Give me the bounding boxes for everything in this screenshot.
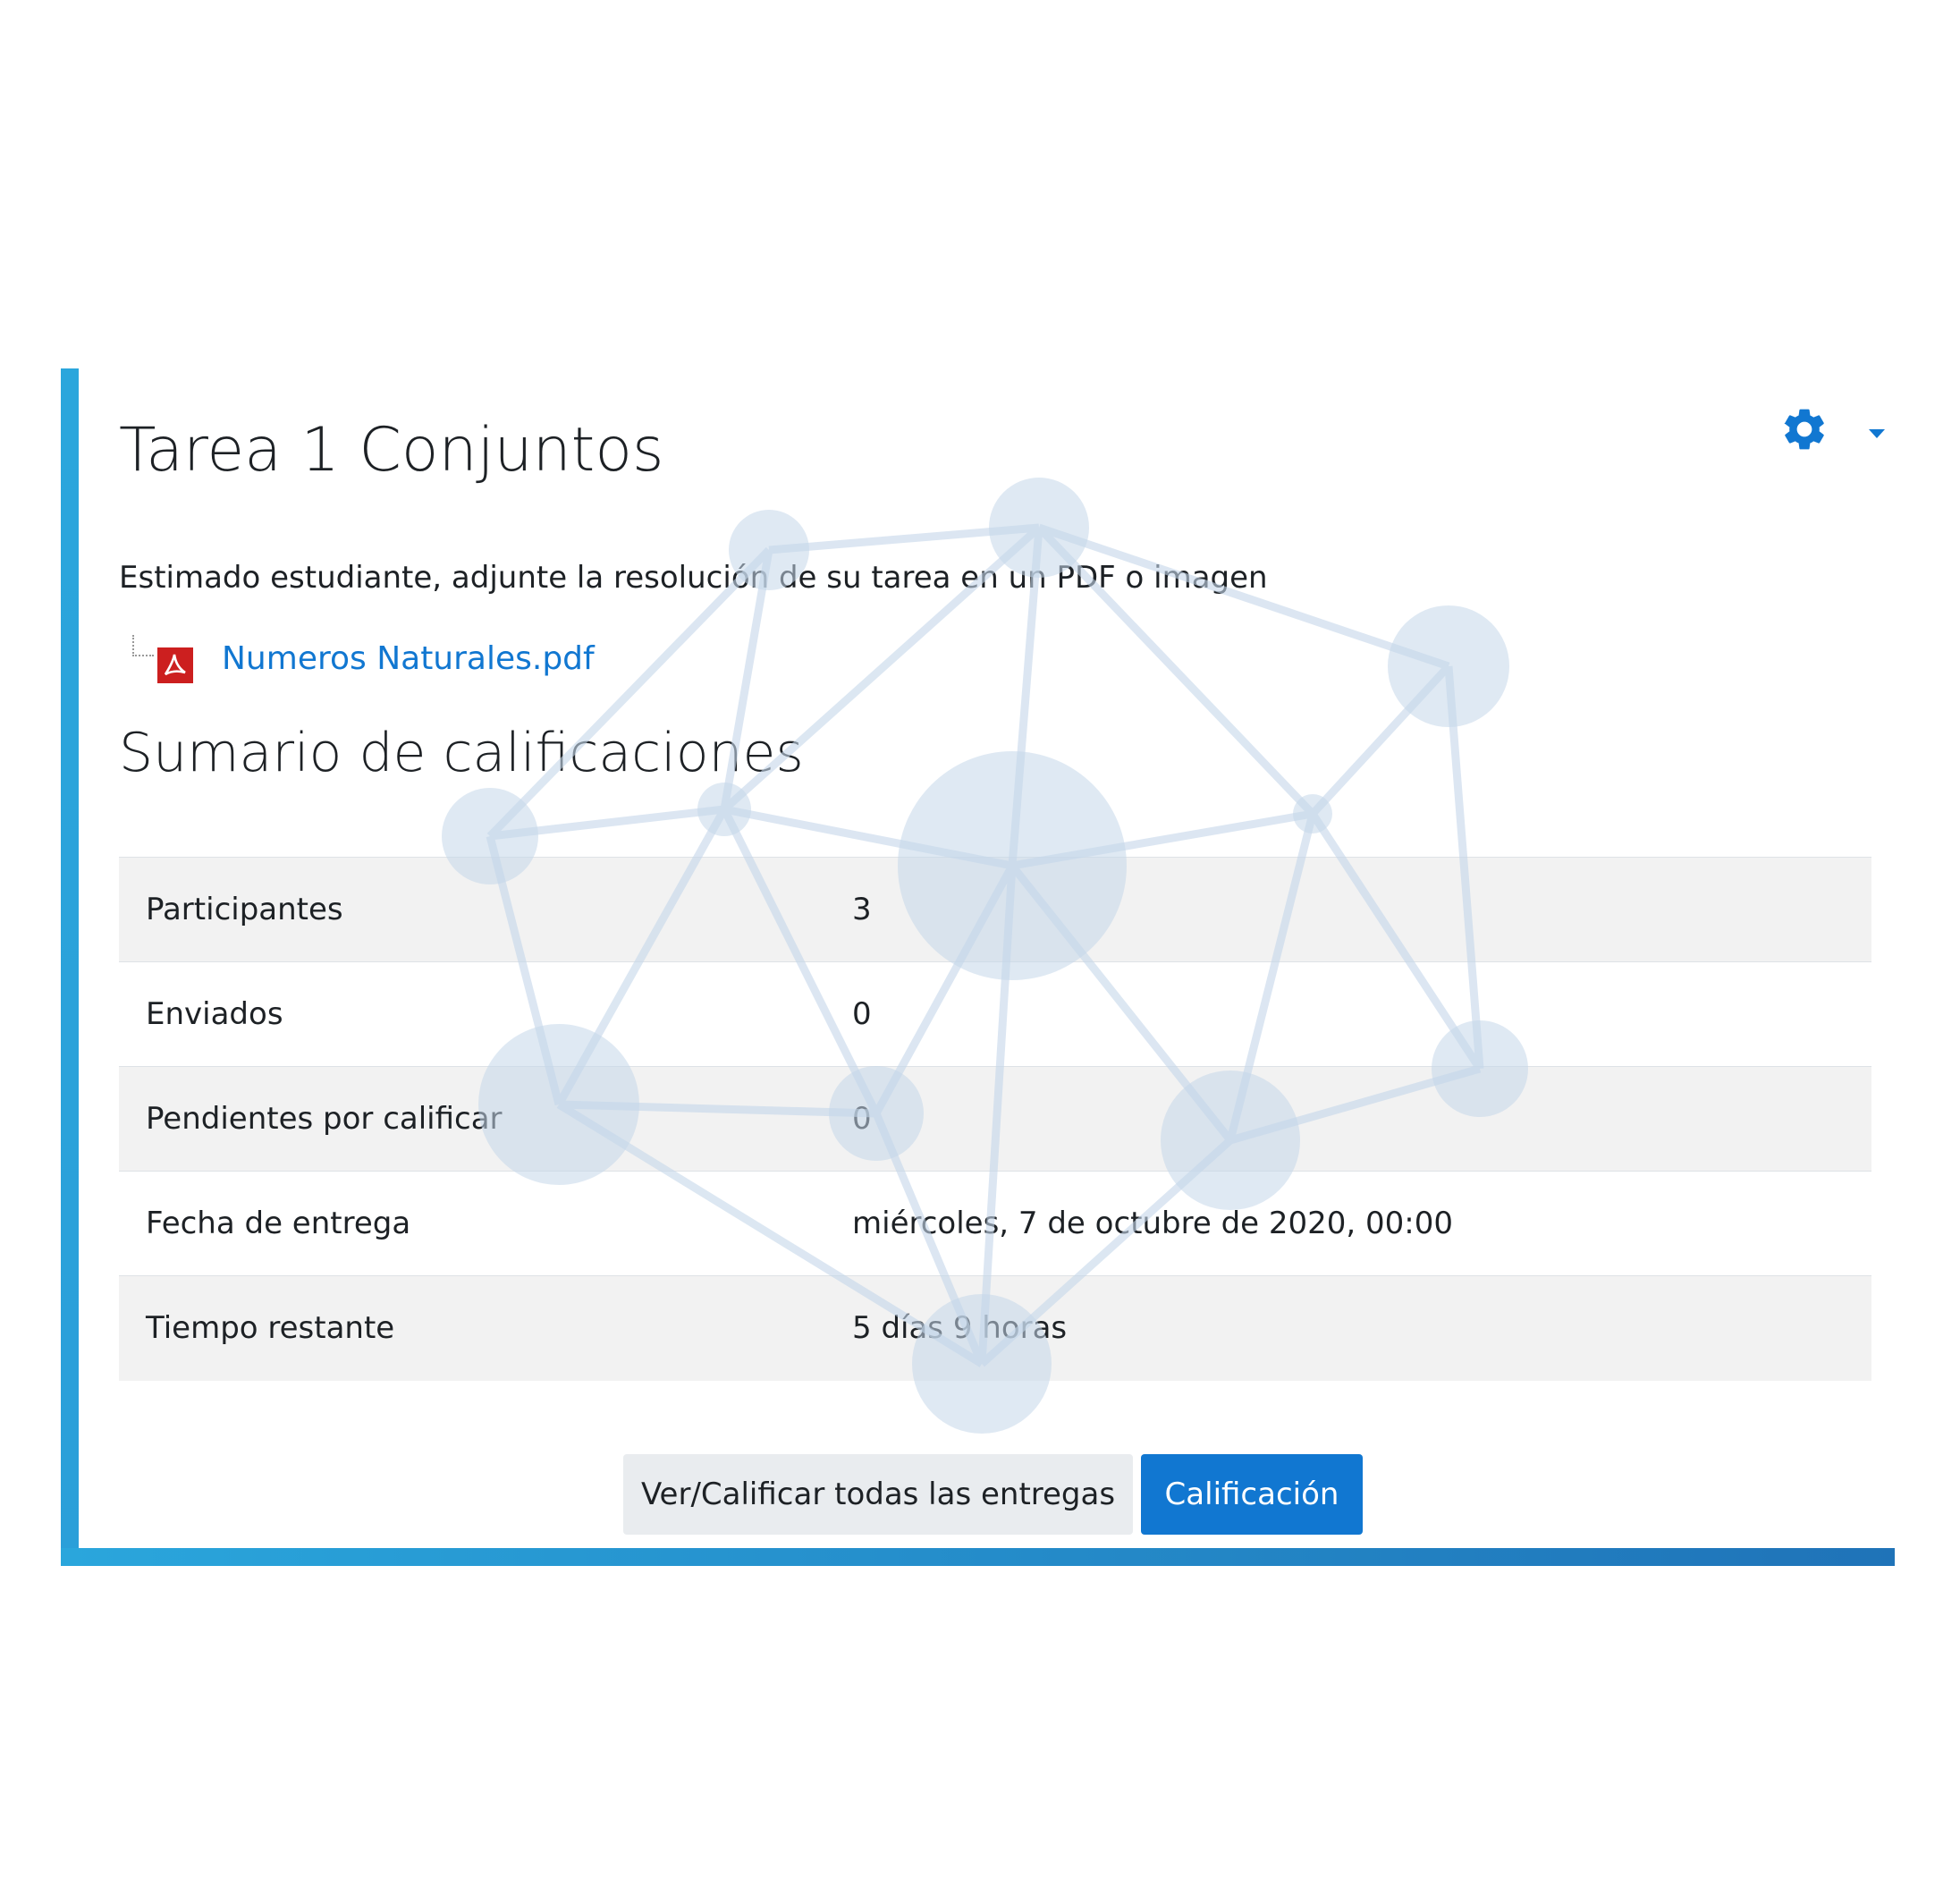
table-row: Pendientes por calificar 0 [119, 1066, 1871, 1172]
frame-left-border [61, 368, 79, 1566]
table-row: Fecha de entrega miércoles, 7 de octubre… [119, 1171, 1871, 1276]
caret-down-icon [1869, 429, 1885, 438]
settings-menu-button[interactable] [1779, 402, 1887, 456]
page-title: Tarea 1 Conjuntos [119, 415, 664, 486]
gear-icon [1784, 409, 1824, 450]
grade-button[interactable]: Calificación [1141, 1454, 1363, 1535]
row-value: miércoles, 7 de octubre de 2020, 00:00 [852, 1206, 1453, 1241]
row-label: Fecha de entrega [146, 1206, 411, 1241]
view-grade-all-submissions-button[interactable]: Ver/Calificar todas las entregas [623, 1454, 1133, 1535]
row-value: 0 [852, 1101, 872, 1137]
row-value: 5 días 9 horas [852, 1310, 1068, 1347]
pdf-icon [157, 647, 193, 683]
grading-summary-heading: Sumario de calificaciones [119, 722, 804, 784]
row-label: Pendientes por calificar [146, 1101, 503, 1137]
assignment-intro: Estimado estudiante, adjunte la resoluci… [119, 560, 1268, 596]
table-row: Enviados 0 [119, 961, 1871, 1067]
table-row: Participantes 3 [119, 857, 1871, 962]
frame-bottom-border [61, 1548, 1895, 1566]
row-value: 3 [852, 892, 872, 927]
table-row: Tiempo restante 5 días 9 horas [119, 1275, 1871, 1381]
row-label: Enviados [146, 996, 283, 1032]
grading-summary-table: Participantes 3 Enviados 0 Pendientes po… [119, 857, 1871, 1381]
row-label: Participantes [146, 892, 343, 927]
row-value: 0 [852, 996, 872, 1032]
tree-connector [132, 635, 154, 656]
attachment-link[interactable]: Numeros Naturales.pdf [222, 640, 595, 677]
row-label: Tiempo restante [146, 1310, 395, 1347]
